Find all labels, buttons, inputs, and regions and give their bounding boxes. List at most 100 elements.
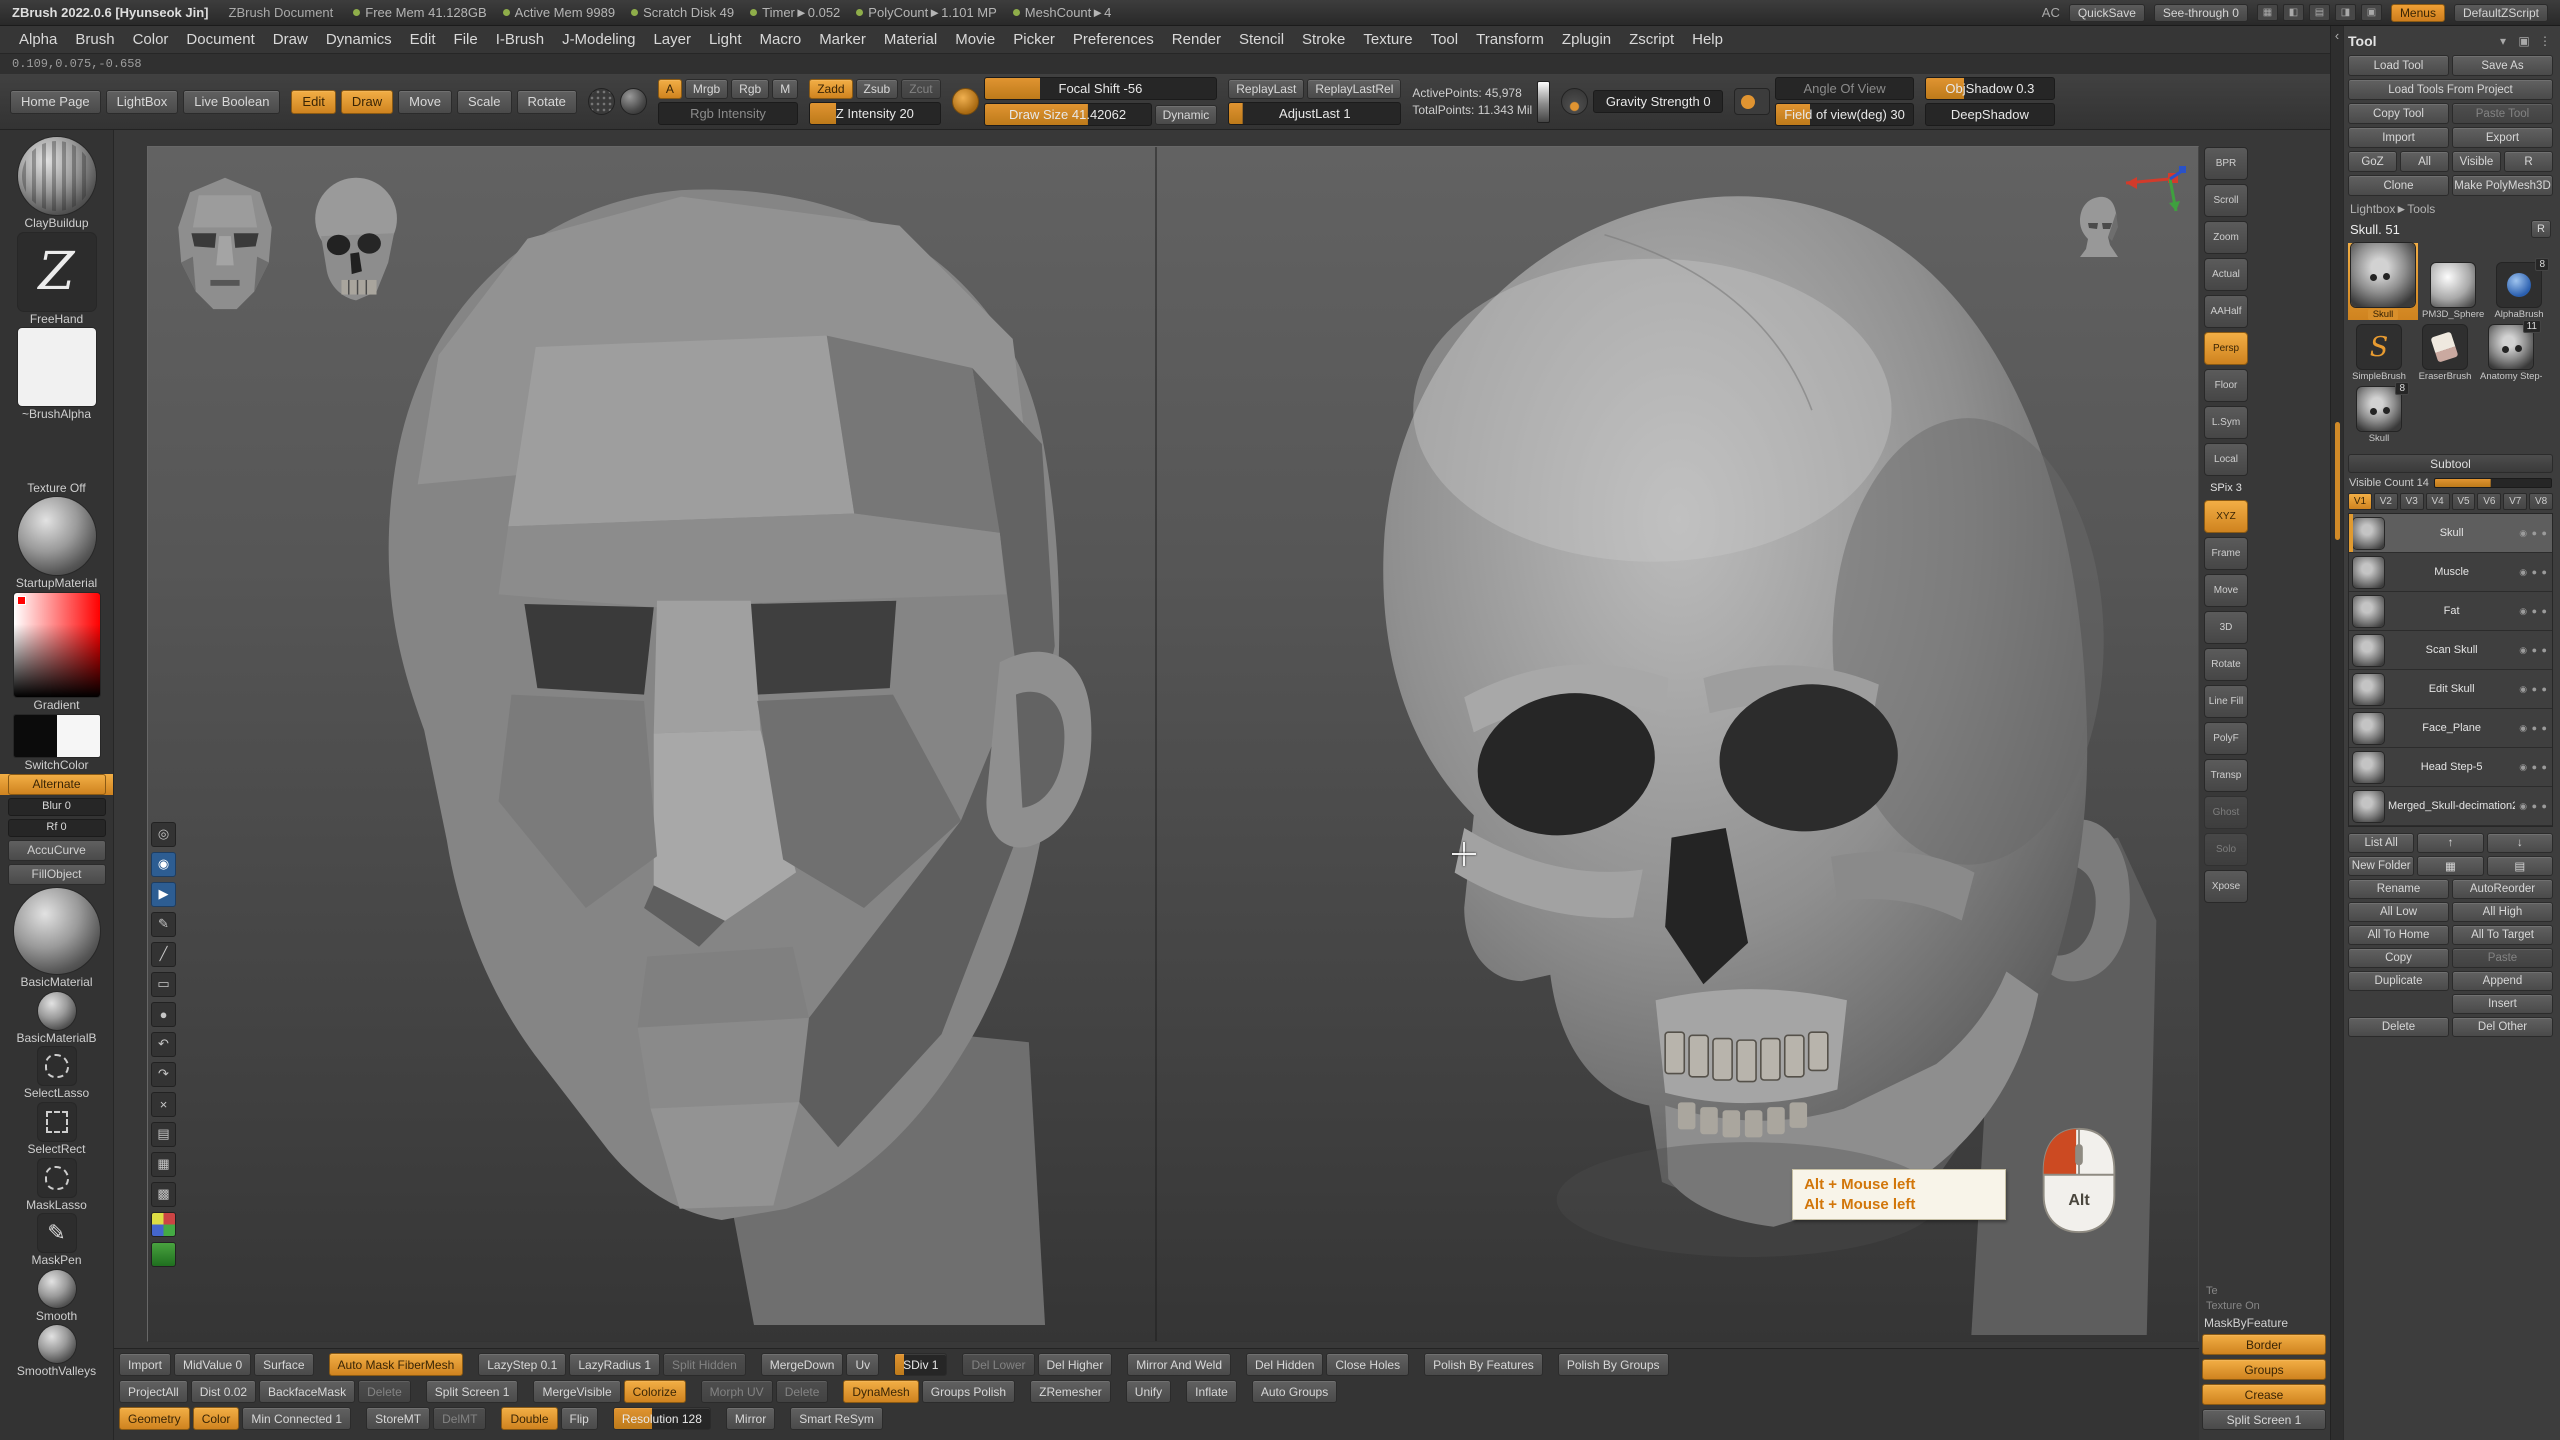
menu-item[interactable]: Dynamics <box>317 28 401 51</box>
see-through-slider[interactable]: See-through 0 <box>2154 4 2248 22</box>
visibility-icon[interactable]: ◉ <box>151 852 176 877</box>
subtool-row-icons[interactable] <box>2519 762 2548 773</box>
default-zscript-button[interactable]: DefaultZScript <box>2454 4 2548 22</box>
bottom-button[interactable]: SDiv 1 <box>894 1353 947 1376</box>
draw-size-icon[interactable] <box>952 88 979 115</box>
tool-thumbnail-image[interactable] <box>2423 325 2467 369</box>
tray-item[interactable]: Texture Off <box>0 424 113 495</box>
planar-head-thumbnail[interactable] <box>166 169 284 315</box>
bottom-button[interactable]: Groups Polish <box>922 1380 1015 1403</box>
local-icon[interactable]: Local <box>2204 443 2248 476</box>
tool-thumbnail-image[interactable] <box>2357 387 2401 431</box>
xpose-icon[interactable]: Xpose <box>2204 870 2248 903</box>
xyz-icon[interactable]: XYZ <box>2204 500 2248 533</box>
subtool-row-icons[interactable] <box>2519 645 2548 656</box>
subtool-action-button[interactable]: Duplicate <box>2348 971 2449 991</box>
knife-icon[interactable]: ╱ <box>151 942 176 967</box>
tray-thumbnail[interactable] <box>38 992 76 1030</box>
menu-item[interactable]: Material <box>875 28 946 51</box>
layer-icon[interactable]: ▩ <box>151 1182 176 1207</box>
tray-item[interactable]: SelectLasso <box>0 1047 113 1100</box>
tool-thumbnail[interactable]: PM3D_Sphere3D <box>2422 263 2484 320</box>
right-subcolumn-button[interactable]: Crease <box>2202 1384 2326 1405</box>
tool-panel-button[interactable]: Visible <box>2452 151 2501 172</box>
tray-thumbnail[interactable] <box>38 1103 76 1141</box>
bottom-button[interactable]: Inflate <box>1186 1380 1237 1403</box>
polyframe-icon[interactable]: PolyF <box>2204 722 2248 755</box>
panel-scrollbar-thumb[interactable] <box>2335 422 2340 540</box>
linefill-icon[interactable]: Line Fill <box>2204 685 2248 718</box>
rotate-icon[interactable]: Rotate <box>2204 648 2248 681</box>
menu-item[interactable]: Alpha <box>10 28 66 51</box>
floor-icon[interactable]: Floor <box>2204 369 2248 402</box>
panel-divider[interactable]: ‹ <box>2330 26 2343 1440</box>
scroll-icon[interactable]: Scroll <box>2204 184 2248 217</box>
subtool-action-button[interactable]: Append <box>2452 971 2553 991</box>
bottom-button[interactable]: Del Higher <box>1038 1353 1113 1376</box>
tray-item[interactable]: Smooth <box>0 1270 113 1323</box>
tray-thumbnail[interactable] <box>14 715 100 757</box>
tray-item[interactable]: BasicMaterial <box>0 888 113 989</box>
select-cursor-icon[interactable]: ▶ <box>151 882 176 907</box>
bottom-button[interactable]: Split Hidden <box>663 1353 746 1376</box>
camera-icon[interactable] <box>1734 88 1770 115</box>
bottom-button[interactable]: Mirror And Weld <box>1127 1353 1231 1376</box>
bottom-button[interactable]: ProjectAll <box>119 1380 188 1403</box>
bottom-button[interactable]: Import <box>119 1353 171 1376</box>
spix-label[interactable]: SPix 3 <box>2204 480 2248 496</box>
bottom-button[interactable]: Color <box>193 1407 240 1430</box>
tray-item[interactable]: Gradient <box>0 593 113 712</box>
pin-icon[interactable]: ▣ <box>2516 34 2532 48</box>
bottom-button[interactable]: Del Hidden <box>1246 1353 1323 1376</box>
gravity-strength-slider[interactable]: Gravity Strength 0 <box>1593 90 1723 113</box>
subtool-action-button[interactable]: Rename <box>2348 879 2449 899</box>
bottom-button[interactable]: Resolution 128 <box>613 1407 711 1430</box>
pen-icon[interactable]: ✎ <box>151 912 176 937</box>
bottom-button[interactable]: BackfaceMask <box>259 1380 355 1403</box>
subtool-action-button[interactable]: Delete <box>2348 1017 2449 1037</box>
menu-item[interactable]: Render <box>1163 28 1230 51</box>
subtool-row-icons[interactable] <box>2519 684 2548 695</box>
bottom-button[interactable]: StoreMT <box>366 1407 430 1430</box>
bottom-button[interactable]: Surface <box>254 1353 313 1376</box>
visibility-tab[interactable]: V3 <box>2400 493 2424 510</box>
tray-item[interactable]: Alternate <box>0 774 113 795</box>
bpr-icon[interactable]: BPR <box>2204 147 2248 180</box>
subtool-row[interactable]: Muscle <box>2349 553 2552 592</box>
tray-thumbnail[interactable] <box>18 497 96 575</box>
tool-thumbnail-image[interactable] <box>2357 325 2401 369</box>
tool-panel-button[interactable]: R <box>2504 151 2553 172</box>
menu-item[interactable]: Picker <box>1004 28 1064 51</box>
menu-item[interactable]: Light <box>700 28 751 51</box>
more-icon[interactable]: ⋮ <box>2537 34 2553 48</box>
tool-thumbnail[interactable]: Skull <box>2348 243 2418 320</box>
subtool-row[interactable]: Edit Skull <box>2349 670 2552 709</box>
skull-thumbnail[interactable] <box>300 169 418 315</box>
bottom-button[interactable]: Smart ReSym <box>790 1407 883 1430</box>
menu-item[interactable]: Zscript <box>1620 28 1683 51</box>
adjust-last-slider[interactable]: AdjustLast 1 <box>1228 102 1401 125</box>
subtool-row[interactable]: Scan Skull <box>2349 631 2552 670</box>
visibility-tab[interactable]: V5 <box>2452 493 2476 510</box>
mrgb-button[interactable]: Mrgb <box>685 79 728 99</box>
menu-item[interactable]: J-Modeling <box>553 28 644 51</box>
subtool-action-button[interactable]: ▦ <box>2417 856 2483 876</box>
bottom-button[interactable]: Split Screen 1 <box>426 1380 519 1403</box>
quicksave-button[interactable]: QuickSave <box>2069 4 2145 22</box>
menu-item[interactable]: Stencil <box>1230 28 1293 51</box>
grid-icon[interactable]: ▦ <box>2257 4 2278 21</box>
menu-item[interactable]: Zplugin <box>1553 28 1620 51</box>
menu-item[interactable]: Draw <box>264 28 317 51</box>
bottom-button[interactable]: Delete <box>358 1380 411 1403</box>
panel-icon[interactable]: ◨ <box>2335 4 2356 21</box>
obj-shadow-slider[interactable]: ObjShadow 0.3 <box>1925 77 2055 100</box>
redo-icon[interactable]: ↷ <box>151 1062 176 1087</box>
replay-last-rel-button[interactable]: ReplayLastRel <box>1307 79 1401 99</box>
subtool-action-button[interactable]: ↓ <box>2487 833 2553 853</box>
tool-thumbnail[interactable]: SimpleBrush <box>2348 325 2410 382</box>
subtool-row[interactable]: Fat <box>2349 592 2552 631</box>
tool-panel-button[interactable]: Save As <box>2452 55 2553 76</box>
tray-item[interactable]: ClayBuildup <box>0 137 113 230</box>
tool-r-button[interactable]: R <box>2531 220 2551 238</box>
subtool-action-button[interactable]: Copy <box>2348 948 2449 968</box>
